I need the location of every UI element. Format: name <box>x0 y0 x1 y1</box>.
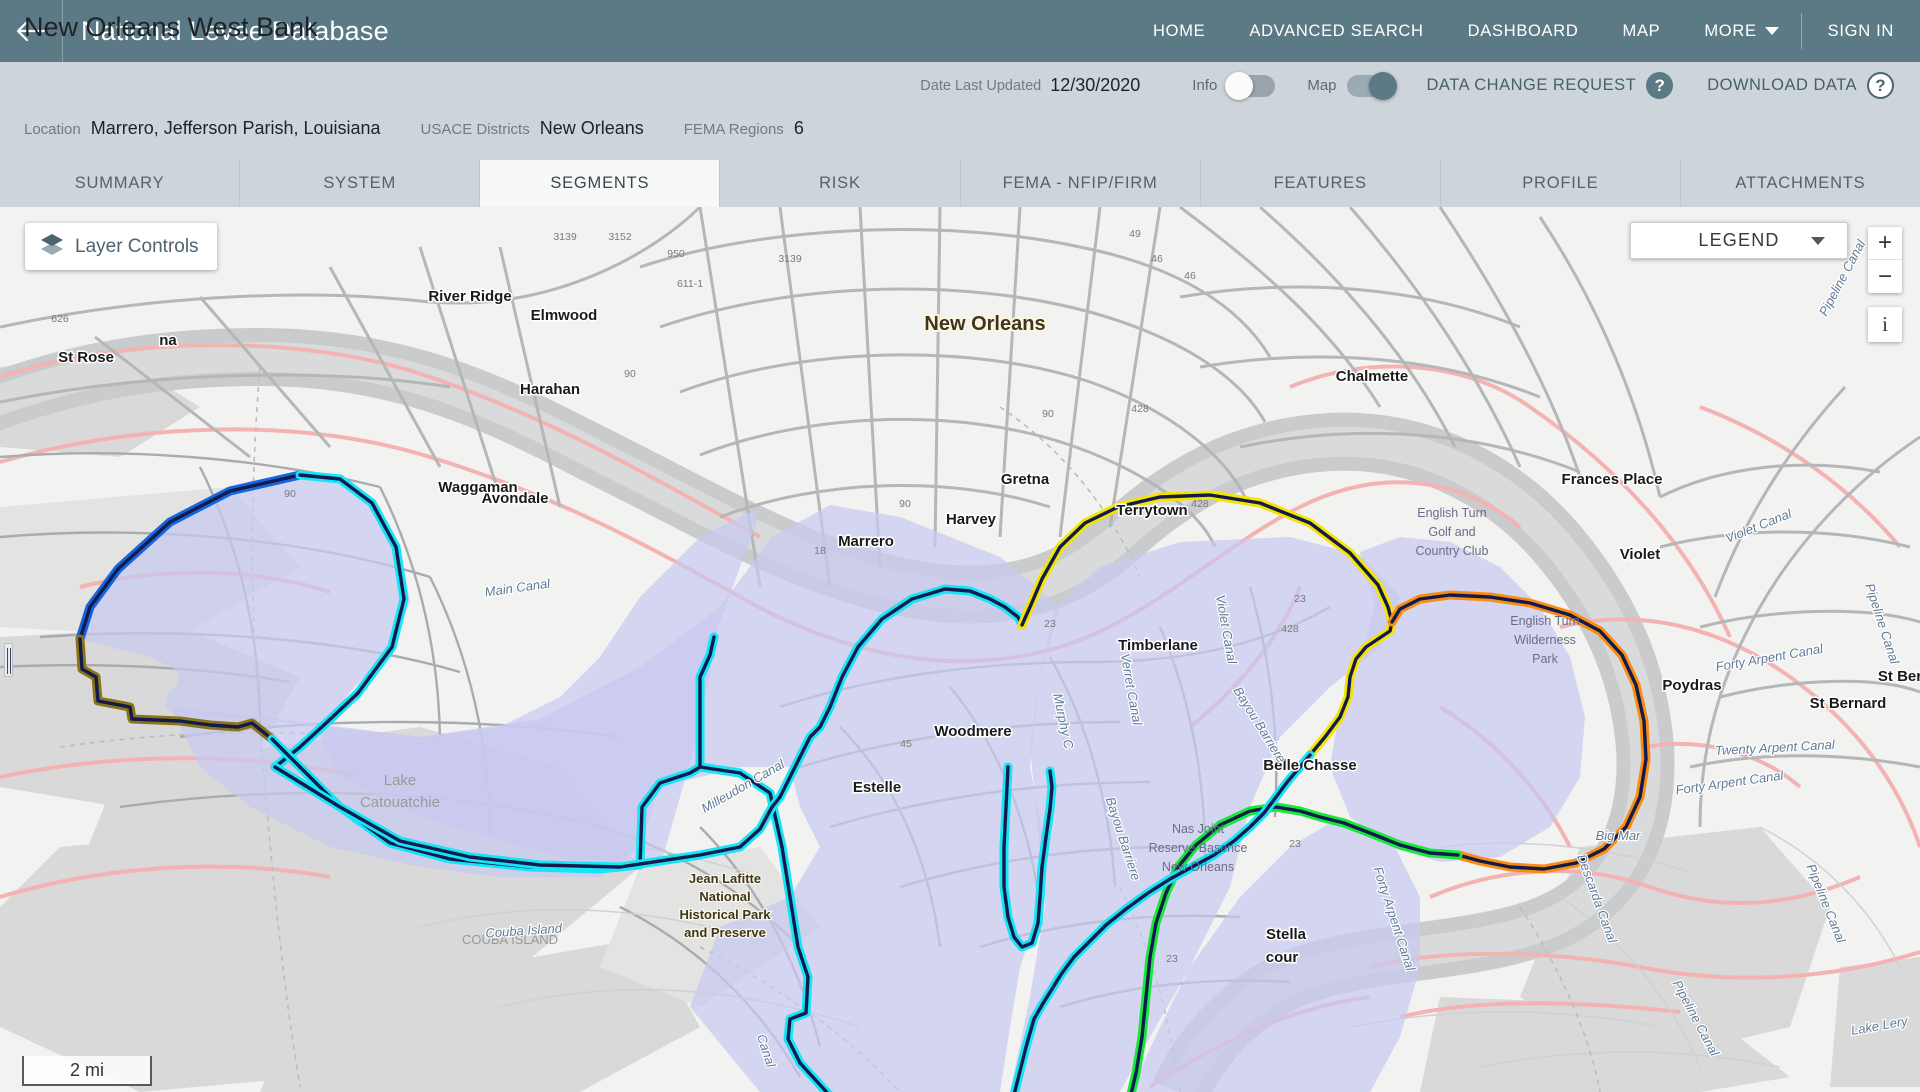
panel-drag-handle[interactable] <box>4 643 13 677</box>
meta-value-usace-district: New Orleans <box>539 118 644 138</box>
map-info-button[interactable]: i <box>1868 307 1902 342</box>
map-toggle-knob <box>1368 71 1397 100</box>
header-right-controls: Date Last Updated 12/30/2020 Info Map DA… <box>920 71 1920 100</box>
info-toggle[interactable] <box>1225 71 1276 100</box>
tab-features[interactable]: FEATURES <box>1201 160 1441 207</box>
nav-link-home[interactable]: HOME <box>1131 0 1227 62</box>
layer-controls-label: Layer Controls <box>75 235 199 257</box>
nav-link-dashboard[interactable]: DASHBOARD <box>1446 0 1601 62</box>
meta-label-fema-regions: FEMA Regions <box>683 121 784 138</box>
application-root: National Levee Database HOME ADVANCED SE… <box>0 0 1920 1092</box>
nav-links: HOME ADVANCED SEARCH DASHBOARD MAP MORE … <box>1131 0 1920 62</box>
map-toggle[interactable] <box>1346 71 1397 100</box>
help-circle-icon[interactable]: ? <box>1646 72 1674 99</box>
map-scale-label: 2 mi <box>69 1059 104 1080</box>
download-data-button[interactable]: DOWNLOAD DATA <box>1707 76 1857 95</box>
info-toggle-label: Info <box>1192 77 1218 94</box>
nav-link-map[interactable]: MAP <box>1601 0 1683 62</box>
legend-label: LEGEND <box>1698 230 1780 250</box>
zoom-controls: + − <box>1868 227 1902 293</box>
tab-segments[interactable]: SEGMENTS <box>480 160 721 207</box>
meta-label-location: Location <box>24 121 81 138</box>
nav-separator <box>1800 13 1802 49</box>
layers-icon <box>39 232 65 261</box>
date-last-updated-label: Date Last Updated <box>920 77 1042 94</box>
chevron-down-icon <box>1764 27 1779 35</box>
tab-summary[interactable]: SUMMARY <box>0 160 241 207</box>
detail-tabs: SUMMARY SYSTEM SEGMENTS RISK FEMA - NFIP… <box>0 160 1920 207</box>
zoom-out-button[interactable]: − <box>1868 260 1902 293</box>
map-scalebar: 2 mi <box>22 1056 152 1086</box>
meta-label-usace-district: USACE Districts <box>420 121 530 138</box>
info-toggle-knob <box>1225 71 1254 100</box>
tab-attachments[interactable]: ATTACHMENTS <box>1681 160 1920 207</box>
date-last-updated-value: 12/30/2020 <box>1050 75 1141 95</box>
tab-system[interactable]: SYSTEM <box>240 160 481 207</box>
nav-link-advanced-search[interactable]: ADVANCED SEARCH <box>1227 0 1445 62</box>
map-canvas[interactable]: New Orleans St Rose na River Ridge Elmwo… <box>0 207 1920 1092</box>
sign-in-button[interactable]: SIGN IN <box>1810 0 1920 62</box>
chevron-down-icon <box>1811 236 1825 245</box>
header-meta-row: Location Marrero, Jefferson Parish, Loui… <box>24 118 844 139</box>
more-dropdown-button[interactable] <box>1763 0 1793 62</box>
meta-value-fema-regions: 6 <box>793 118 804 138</box>
zoom-in-button[interactable]: + <box>1868 227 1902 260</box>
meta-value-location: Marrero, Jefferson Parish, Louisiana <box>90 118 381 138</box>
map-toggle-label: Map <box>1307 77 1337 94</box>
data-change-request-button[interactable]: DATA CHANGE REQUEST <box>1427 76 1637 95</box>
layer-controls-button[interactable]: Layer Controls <box>25 223 217 270</box>
nav-link-more[interactable]: MORE <box>1682 0 1762 62</box>
page-title: New Orleans West Bank <box>24 12 318 42</box>
tab-profile[interactable]: PROFILE <box>1441 160 1681 207</box>
tab-risk[interactable]: RISK <box>720 160 961 207</box>
tab-fema-nfip-firm[interactable]: FEMA - NFIP/FIRM <box>961 160 1201 207</box>
legend-dropdown[interactable]: LEGEND <box>1630 222 1848 259</box>
map-graphics: New Orleans St Rose na River Ridge Elmwo… <box>0 207 1920 1092</box>
help-circle-outline-icon[interactable]: ? <box>1867 72 1894 99</box>
